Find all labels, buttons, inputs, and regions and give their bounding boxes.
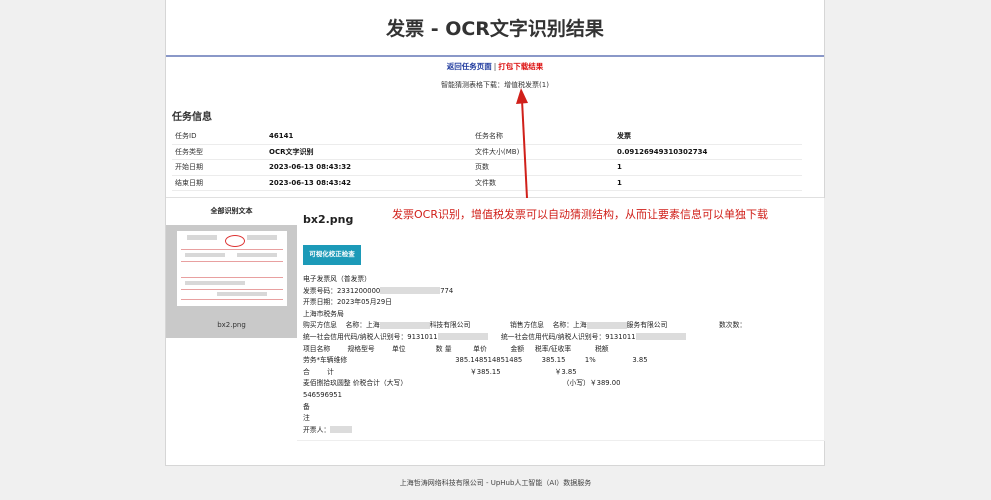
ocr-line: 备 (303, 402, 310, 411)
file-list-panel: 全部识别文本 bx2.png (166, 198, 297, 338)
ocr-line: 电子发票风（普发票） (303, 275, 371, 283)
redacted-block (586, 321, 627, 329)
redacted-block (380, 287, 441, 295)
ocr-text: 统一社会信用代码/纳税人识别号：9131011 (501, 332, 686, 344)
ocr-line: 合 计 ￥385.15 ￥3.85 (303, 367, 577, 376)
task-type-label: 任务类型 (172, 144, 266, 160)
task-info-heading: 任务信息 (172, 112, 212, 123)
file-size-value: 0.09126949310302734 (614, 144, 802, 160)
blurred-text (187, 235, 217, 240)
redacted-block (437, 333, 488, 341)
vat-invoice-table-link[interactable]: 增值税发票(1) (504, 81, 549, 89)
smart-table-download: 智能猜测表格下载：增值税发票(1) (166, 80, 824, 90)
file-size-label: 文件大小(MB) (472, 144, 614, 160)
download-results-link[interactable]: 打包下载结果 (498, 62, 543, 71)
ocr-text-block: 电子发票风（普发票） 发票号码：2331200000 774 开票日期：2023年… (303, 274, 818, 436)
back-to-task-link[interactable]: 返回任务页面 (447, 62, 492, 71)
table-row: 任务ID 46141 任务名称 发票 (172, 129, 802, 145)
footer-text: 上海哲涛网络科技有限公司 - UpHub人工智能（AI）数据服务 (399, 479, 592, 487)
ocr-line: 统一社会信用代码/纳税人识别号：9131011 统一社会信用代码/纳税人识别号：9… (303, 332, 818, 344)
pages-label: 页数 (472, 159, 614, 176)
file-count-label: 文件数 (472, 175, 614, 191)
ocr-line: 开票日期：2023年05月29日 (303, 298, 392, 307)
ocr-text: 774 (440, 286, 454, 295)
table-line (181, 249, 283, 250)
ocr-line: 开票人： (303, 425, 818, 437)
ocr-line: 购买方信息 名称：上海 科技有限公司 销售方信息 名称：上海 服务有限公司 数次数： (303, 320, 818, 332)
link-separator: | (493, 62, 497, 71)
ocr-line: 项目名称 规格型号 单位 数 量 单价 金额 税率/征收率 税额 (303, 344, 609, 353)
ocr-line: 注 (303, 414, 310, 423)
table-line (181, 261, 283, 262)
table-line (181, 277, 283, 278)
ocr-line: 发票号码：2331200000 774 (303, 286, 818, 298)
end-date-value: 2023-06-13 08:43:42 (266, 175, 472, 191)
ocr-text: 统一社会信用代码/纳税人识别号：9131011 (303, 332, 438, 341)
blurred-text (185, 281, 245, 285)
task-id-label: 任务ID (172, 129, 266, 145)
ocr-text: 科技有限公司 (429, 321, 471, 330)
redacted-block (330, 426, 353, 434)
task-type-value: OCR文字识别 (266, 144, 472, 160)
ocr-line: 劳务*车辆维修 385.148514851485 385.15 1% 3.85 (303, 356, 648, 365)
ocr-text: 数次数： (719, 321, 747, 330)
redacted-block (635, 333, 686, 341)
end-date-label: 结束日期 (172, 175, 266, 191)
visual-correction-button[interactable]: 可视化校正检查 (303, 245, 361, 265)
page-title: 发票 - OCR文字识别结果 (386, 18, 604, 40)
annotation-callout: 发票OCR识别，增值税发票可以自动猜测结构，从而让要素信息可以单独下载 (392, 208, 768, 221)
task-name-label: 任务名称 (472, 129, 614, 145)
ocr-text: 开票人： (303, 425, 331, 434)
ocr-line: 上海市税务局 (303, 309, 344, 318)
table-row: 开始日期 2023-06-13 08:43:32 页数 1 (172, 159, 802, 176)
thumbnail-filename: bx2.png (217, 321, 246, 329)
blurred-text (247, 235, 277, 240)
start-date-value: 2023-06-13 08:43:32 (266, 159, 472, 176)
ocr-text: 购买方信息 名称：上海 (303, 321, 380, 330)
file-count-value: 1 (614, 175, 802, 191)
ocr-line: 麦佰捌拾玖圆整 价税合计（大写） （小写）￥389.00 (303, 379, 621, 388)
table-row: 结束日期 2023-06-13 08:43:42 文件数 1 (172, 175, 802, 191)
redacted-block (379, 321, 430, 329)
main-card: 发票 - OCR文字识别结果 返回任务页面 | 打包下载结果 智能猜测表格下载：增值… (165, 0, 825, 466)
result-filename: bx2.png (303, 213, 354, 226)
file-thumbnail-item[interactable]: bx2.png (166, 225, 297, 338)
all-text-heading: 全部识别文本 (210, 207, 253, 215)
table-line (181, 299, 283, 300)
pages-value: 1 (614, 159, 802, 176)
smart-table-label: 智能猜测表格下载： (441, 81, 505, 89)
action-links: 返回任务页面 | 打包下载结果 (166, 61, 824, 72)
blurred-text (185, 253, 225, 257)
blurred-text (237, 253, 277, 257)
blurred-text (217, 292, 267, 296)
ocr-line: 546596951 (303, 390, 342, 399)
ocr-text: 发票号码：2331200000 (303, 286, 381, 295)
start-date-label: 开始日期 (172, 159, 266, 176)
task-info-table: 任务ID 46141 任务名称 发票 任务类型 OCR文字识别 文件大小(MB)… (172, 129, 802, 191)
ocr-result-panel: bx2.png 可视化校正检查 电子发票风（普发票） 发票号码：23312000… (297, 198, 825, 441)
task-name-value: 发票 (614, 129, 802, 145)
ocr-text: 销售方信息 名称：上海 服务有限公司 (510, 321, 668, 330)
table-line (181, 289, 283, 290)
table-row: 任务类型 OCR文字识别 文件大小(MB) 0.0912694931030273… (172, 144, 802, 160)
invoice-stamp-icon (225, 235, 245, 247)
invoice-thumbnail-image[interactable] (177, 231, 287, 306)
task-id-value: 46141 (266, 129, 472, 145)
title-divider (166, 55, 824, 57)
